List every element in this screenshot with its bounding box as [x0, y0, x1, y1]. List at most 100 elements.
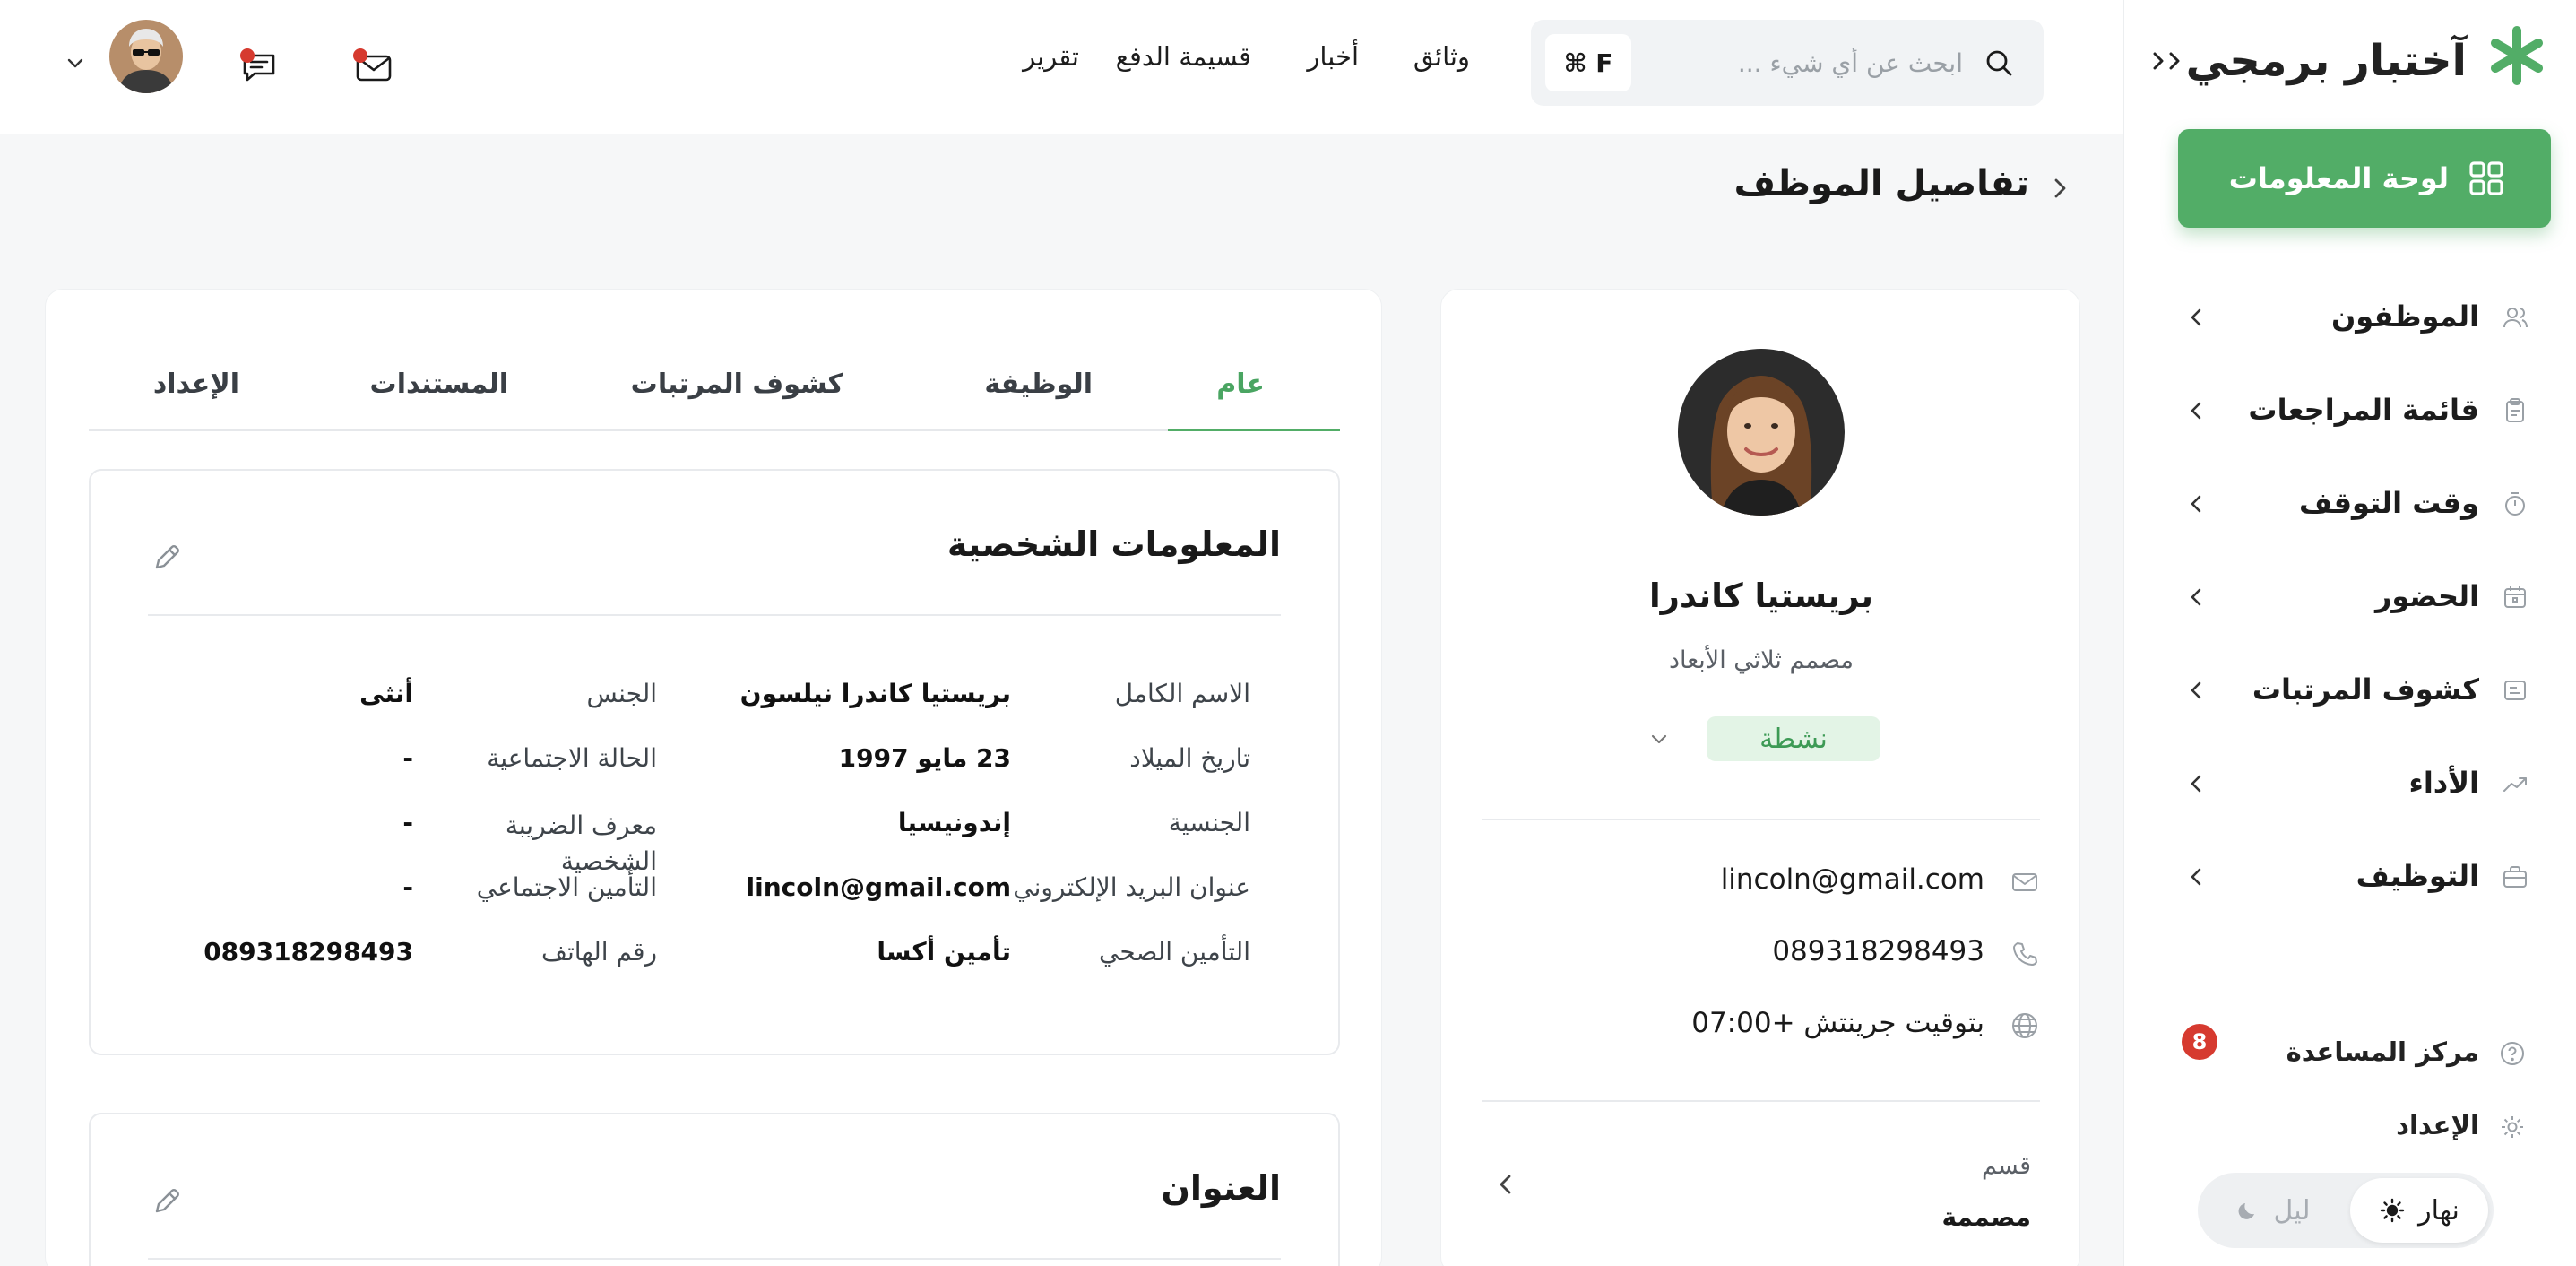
help-count-badge: 8: [2182, 1024, 2217, 1060]
setup-label: الإعداد: [2396, 1110, 2479, 1140]
field-label-health-insurance: التأمين الصحي: [1099, 937, 1250, 967]
sidebar-item-label: الحضور: [2374, 579, 2479, 613]
contact-phone[interactable]: 089318298493: [1772, 935, 1984, 967]
chevron-left-icon: [2191, 775, 2201, 793]
sidebar-item-checklist[interactable]: قائمة المراجعات: [2123, 366, 2576, 459]
pencil-icon[interactable]: [150, 1184, 184, 1218]
chevron-left-icon: [2191, 308, 2201, 326]
help-center-link[interactable]: مركز المساعدة 8: [2149, 1024, 2526, 1076]
theme-day-option[interactable]: نهار: [2350, 1178, 2488, 1243]
collapse-sidebar-icon[interactable]: [2148, 43, 2191, 79]
sidebar-item-employees[interactable]: الموظفون: [2123, 273, 2576, 366]
department-value: مصممة: [1941, 1202, 2031, 1232]
top-nav-links: وثائق أخبار قسيمة الدفع تقرير: [968, 41, 1470, 86]
field-value-full-name: بريستيا كاندرا نيلسون: [739, 679, 1011, 708]
search-icon: [1986, 50, 2012, 76]
sidebar-item-performance[interactable]: الأداء: [2123, 739, 2576, 832]
sidebar-item-label: قائمة المراجعات: [2248, 393, 2479, 427]
app-root: آختبار برمجي لوحة المعلومات الموظفون قائ…: [0, 0, 2576, 1266]
user-avatar-image: [109, 20, 183, 93]
top-link-news[interactable]: أخبار: [1307, 41, 1359, 72]
department-label: قسم: [1982, 1152, 2031, 1180]
search-input[interactable]: [1694, 39, 1963, 86]
field-value-birth-date: 23 مايو 1997: [838, 743, 1011, 773]
pencil-icon[interactable]: [150, 541, 184, 575]
sidebar-item-label: الموظفون: [2330, 299, 2479, 334]
help-circle-icon: [2501, 1042, 2524, 1065]
tab-bar: عام الوظيفة كشوف المرتبات المستندات الإع…: [89, 343, 1340, 431]
trending-up-icon: [2503, 777, 2527, 792]
page-title: تفاصيل الموظف: [1733, 163, 2029, 204]
globe-icon: [2012, 1013, 2037, 1038]
dashboard-label: لوحة المعلومات: [2228, 161, 2449, 195]
sidebar-item-label: كشوف المرتبات: [2252, 672, 2479, 707]
tab-general[interactable]: عام: [1216, 369, 1265, 400]
field-value-nationality: إندونيسيا: [897, 808, 1011, 837]
divider: [148, 614, 1281, 616]
sidebar-nav: الموظفون قائمة المراجعات وقت التوقف الحض…: [2123, 273, 2576, 925]
chevron-left-icon: [2191, 495, 2201, 513]
field-label-gender: الجنس: [586, 679, 657, 708]
chevron-left-icon: [2191, 681, 2201, 699]
tab-setup[interactable]: الإعداد: [153, 369, 239, 400]
tab-payroll[interactable]: كشوف المرتبات: [631, 369, 843, 400]
chevron-left-icon[interactable]: [1491, 1170, 1520, 1199]
sidebar: آختبار برمجي لوحة المعلومات الموظفون قائ…: [2123, 0, 2576, 1266]
theme-day-label: نهار: [2418, 1194, 2459, 1227]
sidebar-item-time-off[interactable]: وقت التوقف: [2123, 459, 2576, 552]
active-tab-indicator: [1168, 429, 1340, 431]
gear-icon: [2502, 1116, 2523, 1138]
sidebar-item-label: الأداء: [2408, 766, 2479, 800]
calendar-icon: [2504, 586, 2526, 608]
theme-night-option[interactable]: ليل: [2210, 1178, 2336, 1243]
top-bar: ⌘ F وثائق أخبار قسيمة الدفع تقرير: [0, 0, 2123, 134]
field-value-health-insurance: تأمين أكسا: [877, 937, 1011, 967]
status-selector[interactable]: نشطة: [1647, 716, 1880, 761]
top-link-payslip[interactable]: قسيمة الدفع: [1116, 41, 1251, 72]
user-avatar[interactable]: [109, 20, 183, 93]
field-label-social-insurance: التأمين الاجتماعي: [476, 872, 657, 902]
field-value-email: lincoln@gmail.com: [746, 872, 1011, 902]
field-label-email: عنوان البريد الإلكتروني: [1013, 872, 1250, 902]
stopwatch-icon: [2505, 492, 2525, 516]
divider: [148, 1258, 1281, 1260]
chevron-left-icon: [2191, 868, 2201, 886]
field-label-phone: رقم الهاتف: [541, 937, 657, 967]
chevron-down-icon[interactable]: [63, 50, 88, 75]
section-title: العنوان: [1161, 1168, 1281, 1208]
field-label-full-name: الاسم الكامل: [1114, 679, 1250, 708]
divider: [1482, 1100, 2040, 1102]
search-box[interactable]: ⌘ F: [1531, 20, 2044, 106]
page-header: تفاصيل الموظف: [1716, 161, 2074, 215]
field-label-birth-date: تاريخ الميلاد: [1129, 743, 1250, 773]
sidebar-item-recruitment[interactable]: التوظيف: [2123, 832, 2576, 925]
chevron-right-icon[interactable]: [2045, 174, 2074, 203]
profile-card: بريستيا كاندرا مصمم ثلاثي الأبعاد نشطة l…: [1440, 289, 2080, 1266]
asterisk-logo-icon: [2491, 26, 2543, 85]
mail-notification-dot: [353, 48, 367, 63]
brand[interactable]: آختبار برمجي: [2153, 20, 2549, 99]
messages-notification-dot: [240, 48, 255, 63]
field-value-social-insurance: -: [402, 872, 413, 902]
contact-phone-row: 089318298493: [1482, 930, 2040, 975]
dashboard-button[interactable]: لوحة المعلومات: [2178, 129, 2551, 228]
sidebar-item-payroll[interactable]: كشوف المرتبات: [2123, 646, 2576, 739]
tab-job[interactable]: الوظيفة: [984, 369, 1093, 400]
top-link-docs[interactable]: وثائق: [1413, 41, 1470, 72]
chevron-down-icon[interactable]: [1647, 727, 1671, 750]
mail-button[interactable]: [351, 45, 396, 90]
theme-toggle[interactable]: نهار ليل: [2198, 1173, 2494, 1248]
status-badge: نشطة: [1707, 716, 1880, 761]
tab-documents[interactable]: المستندات: [370, 369, 508, 400]
setup-link[interactable]: الإعداد: [2149, 1105, 2526, 1149]
contact-email[interactable]: lincoln@gmail.com: [1721, 863, 1984, 896]
mail-icon: [2012, 873, 2037, 891]
receipt-icon: [2504, 681, 2526, 700]
top-link-report[interactable]: تقرير: [1023, 41, 1079, 72]
field-label-marital-status: الحالة الاجتماعية: [487, 743, 657, 773]
messages-button[interactable]: [237, 45, 281, 90]
help-center-label: مركز المساعدة: [2286, 1036, 2479, 1067]
field-label-nationality: الجنسية: [1168, 808, 1250, 837]
sidebar-item-attendance[interactable]: الحضور: [2123, 552, 2576, 646]
contact-timezone: بتوقيت جرينتش +07:00: [1691, 1007, 1984, 1039]
